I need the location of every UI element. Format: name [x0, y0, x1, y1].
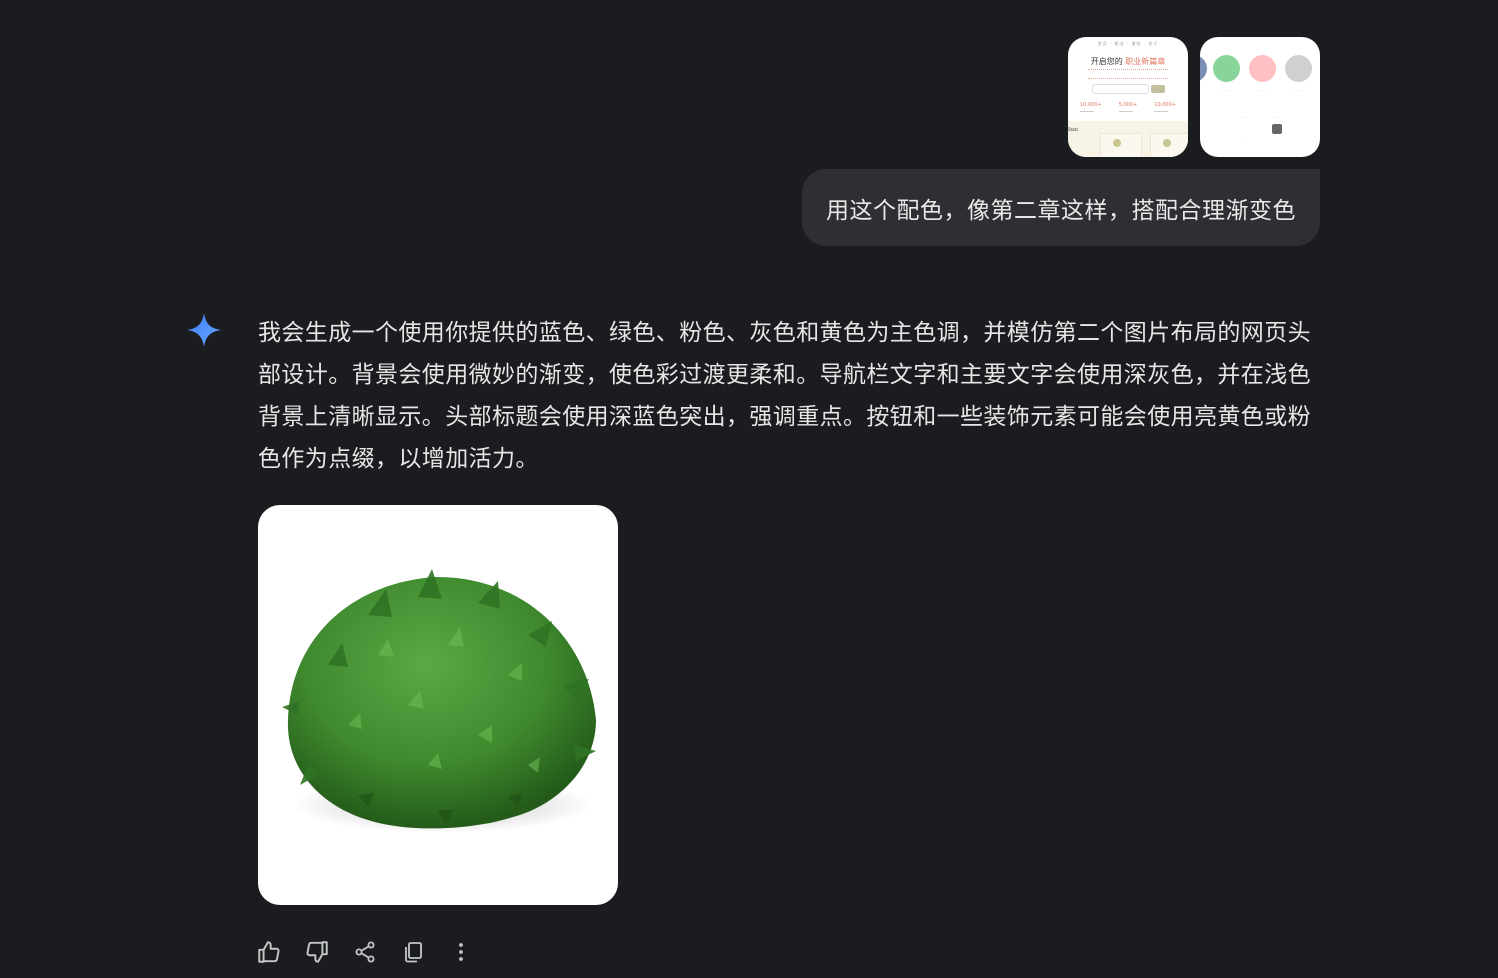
swatch-label: ······ [1223, 88, 1229, 92]
user-message-bubble: 用这个配色，像第二章这样，搭配合理渐变色 [802, 169, 1320, 246]
preview-input [1092, 84, 1149, 94]
preview-stats: 10,000+ 5,000+ 10,000+ [1080, 102, 1176, 112]
response-action-bar [254, 935, 476, 969]
preview-title: 开启您的 职业新篇章 [1068, 56, 1188, 67]
preview-nav: 首页 · 职业 · 课程 · 关于 [1097, 41, 1159, 46]
more-options-button[interactable] [446, 935, 476, 969]
thumbs-down-icon [306, 941, 328, 963]
preview-bottom-label: Stats [1068, 127, 1079, 132]
share-icon [355, 941, 375, 963]
thumbs-down-button[interactable] [302, 935, 332, 969]
swatch-blue [1200, 55, 1207, 82]
preview-card-dot [1163, 139, 1171, 147]
attachment-thumbnail-landing-page[interactable]: 首页 · 职业 · 课程 · 关于 开启您的 职业新篇章 10,000+ 5,0… [1068, 37, 1188, 157]
preview-stat: 10,000+ [1080, 102, 1102, 112]
preview-button [1151, 85, 1165, 93]
generated-image-bush[interactable] [258, 505, 618, 905]
preview-card [1100, 133, 1142, 157]
swatch-label: ······ [1259, 88, 1265, 92]
attachment-thumbnail-color-palette[interactable]: ······ ······ ······ ····· ····· ·· [1200, 37, 1320, 157]
palette-swatch-square [1272, 124, 1282, 134]
preview-title-highlight: 职业新篇章 [1125, 57, 1166, 66]
user-message-text: 用这个配色，像第二章这样，搭配合理渐变色 [826, 197, 1296, 224]
preview-stat: 5,000+ [1118, 102, 1137, 112]
chat-page: 首页 · 职业 · 课程 · 关于 开启您的 职业新篇章 10,000+ 5,0… [0, 0, 1498, 978]
preview-card [1150, 133, 1188, 157]
thumbs-up-icon [258, 941, 280, 963]
assistant-response-text: 我会生成一个使用你提供的蓝色、绿色、粉色、灰色和黄色为主色调，并模仿第二个图片布… [258, 320, 1311, 472]
gemini-sparkle-icon [187, 313, 221, 347]
preview-subtitle [1088, 69, 1168, 79]
palette-note: ····· [1240, 115, 1245, 119]
swatch-gray [1285, 55, 1312, 82]
swatch-label: ······ [1295, 88, 1301, 92]
more-vertical-icon [459, 943, 463, 961]
swatch-green [1213, 55, 1240, 82]
share-button[interactable] [350, 935, 380, 969]
palette-note: ·· [1240, 135, 1242, 139]
copy-icon [405, 942, 422, 963]
thumbs-up-button[interactable] [254, 935, 284, 969]
copy-button[interactable] [398, 935, 428, 969]
user-attachments: 首页 · 职业 · 课程 · 关于 开启您的 职业新篇章 10,000+ 5,0… [1068, 37, 1320, 157]
preview-title-prefix: 开启您的 [1090, 57, 1123, 66]
preview-card-dot [1113, 139, 1121, 147]
swatch-pink [1249, 55, 1276, 82]
palette-note: ····· [1272, 115, 1277, 119]
preview-stat: 10,000+ [1154, 102, 1176, 112]
bush-illustration [282, 569, 596, 833]
